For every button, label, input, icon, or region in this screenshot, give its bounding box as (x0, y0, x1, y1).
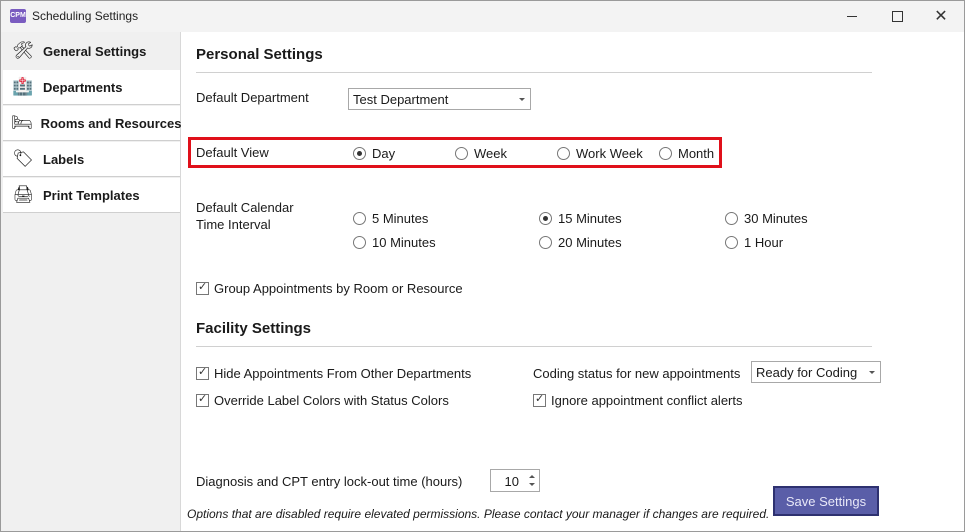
facility-settings-divider (196, 346, 872, 347)
interval-option-10-minutes[interactable]: 10 Minutes (353, 235, 436, 250)
override-label-colors-checkbox[interactable]: Override Label Colors with Status Colors (196, 392, 449, 408)
checkbox-checked-icon (196, 365, 209, 380)
radio-icon (353, 212, 366, 225)
interval-label-line1: Default Calendar (196, 200, 294, 215)
coding-status-value: Ready for Coding (756, 365, 858, 380)
interval-option-30-minutes[interactable]: 30 Minutes (725, 211, 808, 226)
default-view-label: Default View (196, 145, 269, 160)
minimize-icon (847, 16, 857, 17)
checkbox-checked-icon (533, 392, 546, 407)
radio-selected-icon (539, 212, 552, 225)
tag-icon: 🏷 (12, 149, 34, 168)
sidebar-item-label: Labels (43, 151, 85, 167)
coding-status-select[interactable]: Ready for Coding (751, 361, 881, 383)
bed-icon: 🛏 (11, 113, 33, 132)
save-settings-button[interactable]: Save Settings (773, 486, 879, 516)
personal-settings-title: Personal Settings (196, 46, 323, 63)
checkbox-checked-icon (196, 392, 209, 407)
tools-icon: 🛠 (12, 41, 34, 60)
radio-icon (455, 147, 468, 160)
building-icon: 🏥 (12, 77, 34, 96)
sidebar-item-label: Rooms and Resources (40, 115, 182, 131)
default-view-option-day[interactable]: Day (353, 146, 395, 161)
minimize-button[interactable] (829, 1, 875, 32)
permissions-note: Options that are disabled require elevat… (187, 507, 770, 521)
lockout-time-value: 10 (504, 474, 519, 489)
interval-option-15-minutes[interactable]: 15 Minutes (539, 211, 622, 226)
chevron-up-icon[interactable] (529, 475, 535, 478)
lockout-time-label: Diagnosis and CPT entry lock-out time (h… (196, 474, 463, 489)
maximize-icon (891, 11, 903, 22)
chevron-down-icon[interactable] (529, 483, 535, 486)
default-department-label: Default Department (196, 90, 309, 105)
default-department-value: Test Department (353, 92, 449, 107)
checkbox-checked-icon (196, 280, 209, 295)
group-by-room-checkbox[interactable]: Group Appointments by Room or Resource (196, 280, 463, 296)
title-bar[interactable]: CPM Scheduling Settings ✕ (1, 1, 964, 32)
default-view-option-week[interactable]: Week (455, 146, 507, 161)
sidebar-item-labels[interactable]: 🏷 Labels (3, 142, 180, 177)
radio-selected-icon (353, 147, 366, 160)
settings-sidebar: 🛠 General Settings 🏥 Departments 🛏 Rooms… (1, 32, 181, 531)
radio-icon (353, 236, 366, 249)
sidebar-item-label: Departments (43, 79, 123, 95)
sidebar-item-general-settings[interactable]: 🛠 General Settings (3, 34, 180, 68)
radio-icon (659, 147, 672, 160)
default-view-option-month[interactable]: Month (659, 146, 714, 161)
radio-icon (557, 147, 570, 160)
coding-status-label: Coding status for new appointments (533, 366, 741, 381)
settings-window: CPM Scheduling Settings ✕ 🛠 General Sett… (0, 0, 965, 532)
lockout-time-stepper[interactable]: 10 (490, 469, 540, 492)
interval-option-20-minutes[interactable]: 20 Minutes (539, 235, 622, 250)
window-title: Scheduling Settings (32, 9, 139, 23)
printer-icon: 🖨 (12, 185, 34, 204)
close-icon: ✕ (934, 7, 948, 25)
facility-settings-title: Facility Settings (196, 320, 312, 337)
default-department-select[interactable]: Test Department (348, 88, 531, 110)
personal-settings-divider (196, 72, 872, 73)
sidebar-item-label: Print Templates (43, 187, 140, 203)
sidebar-item-label: General Settings (43, 43, 147, 59)
sidebar-item-print-templates[interactable]: 🖨 Print Templates (3, 178, 180, 213)
default-view-option-work-week[interactable]: Work Week (557, 146, 643, 161)
sidebar-item-departments[interactable]: 🏥 Departments (3, 70, 180, 105)
chevron-down-icon (869, 371, 875, 374)
ignore-conflict-alerts-checkbox[interactable]: Ignore appointment conflict alerts (533, 392, 743, 408)
radio-icon (539, 236, 552, 249)
close-button[interactable]: ✕ (918, 1, 964, 32)
sidebar-item-rooms-and-resources[interactable]: 🛏 Rooms and Resources (3, 106, 182, 141)
interval-option-5-minutes[interactable]: 5 Minutes (353, 211, 428, 226)
app-logo-icon: CPM (10, 9, 26, 23)
interval-label-line2: Time Interval (196, 217, 271, 232)
radio-icon (725, 236, 738, 249)
radio-icon (725, 212, 738, 225)
maximize-button[interactable] (874, 1, 920, 32)
hide-other-departments-checkbox[interactable]: Hide Appointments From Other Departments (196, 365, 471, 381)
interval-option-1-hour[interactable]: 1 Hour (725, 235, 783, 250)
chevron-down-icon (519, 98, 525, 101)
